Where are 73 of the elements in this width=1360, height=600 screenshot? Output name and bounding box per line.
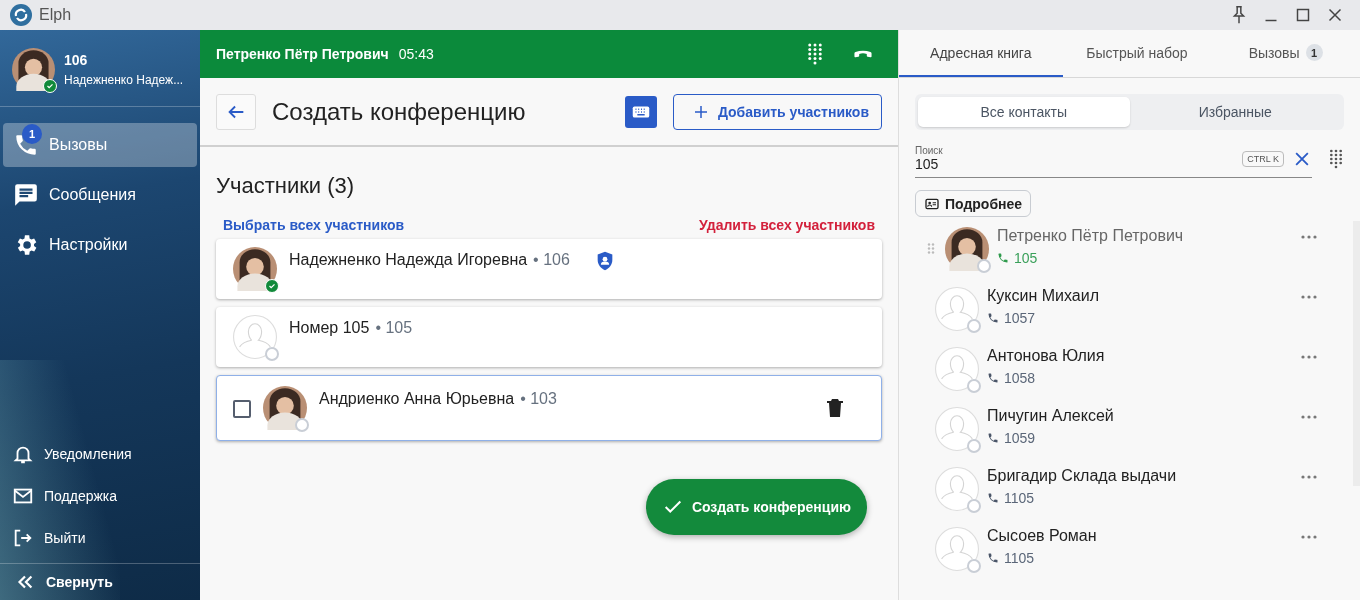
more-icon[interactable] xyxy=(1301,295,1317,299)
dialpad-icon[interactable] xyxy=(1328,148,1344,170)
window-title: Elph xyxy=(39,6,72,24)
contact-number: 1057 xyxy=(1004,310,1036,326)
contact-name: Бригадир Склада выдачи xyxy=(987,467,1178,485)
phone-icon xyxy=(997,252,1009,264)
contact-name: Пичугин Алексей xyxy=(987,407,1115,425)
contact-number: 105 xyxy=(1014,250,1038,266)
contact-name: Антонова Юлия xyxy=(987,347,1106,365)
nav-item[interactable]: Настройки xyxy=(3,223,197,267)
phone-icon xyxy=(987,312,999,324)
more-icon[interactable] xyxy=(1301,475,1317,479)
offline-status-icon xyxy=(967,379,981,393)
offline-status-icon xyxy=(967,319,981,333)
phone-icon xyxy=(987,492,999,504)
participant-name: Андриенко Анна Юрьевна xyxy=(319,390,515,408)
contact-name: Петренко Пётр Петрович xyxy=(997,227,1185,245)
call-timer: 05:43 xyxy=(398,46,434,62)
offline-status-icon xyxy=(967,559,981,573)
logout-icon xyxy=(12,527,34,549)
offline-status-icon xyxy=(977,259,991,273)
chat-icon xyxy=(13,182,39,208)
shortcut-hint: CTRL K xyxy=(1242,150,1284,167)
nav-item[interactable]: Сообщения xyxy=(3,173,197,217)
add-participants-button[interactable]: Добавить участников xyxy=(672,93,882,130)
segment-tab[interactable]: Избранные xyxy=(1129,97,1341,127)
contact-number: 1058 xyxy=(1004,370,1036,386)
app-logo-icon xyxy=(9,3,33,27)
user-name: Надежненко Надеж... xyxy=(64,72,184,87)
user-number: 106 xyxy=(64,51,89,68)
details-button[interactable]: Подробнее xyxy=(915,190,1032,217)
count-badge: 1 xyxy=(1305,44,1323,61)
phone-icon xyxy=(13,132,39,158)
participant-number: • 106 xyxy=(533,251,570,269)
back-button[interactable] xyxy=(216,93,256,130)
nav-item[interactable]: 1 Вызовы xyxy=(3,123,197,167)
contact-name: Сысоев Роман xyxy=(987,527,1098,545)
participant-name: Надежненко Надежда Игоревна xyxy=(289,251,528,269)
tab[interactable]: Адресная книга xyxy=(899,30,1063,77)
create-conference-button[interactable]: Создать конференцию xyxy=(645,479,867,535)
more-icon[interactable] xyxy=(1301,355,1317,359)
participant-name: Номер 105 xyxy=(289,319,370,337)
page-title: Создать конференцию xyxy=(272,97,527,126)
tab[interactable]: Быстрый набор xyxy=(1062,30,1212,77)
nav-item[interactable]: Поддержка xyxy=(9,475,197,517)
dialpad-icon[interactable] xyxy=(806,42,824,66)
offline-status-icon xyxy=(967,439,981,453)
phone-icon xyxy=(987,372,999,384)
phone-icon xyxy=(987,432,999,444)
contact-number: 1105 xyxy=(1004,490,1035,506)
caller-name: Петренко Пётр Петрович xyxy=(216,46,389,62)
contact-number: 1105 xyxy=(1004,550,1035,566)
nav-item[interactable]: Уведомления xyxy=(9,433,197,475)
contact-name: Куксин Михаил xyxy=(987,287,1100,305)
keyboard-button[interactable] xyxy=(624,95,657,128)
field-label: Поиск xyxy=(915,145,944,156)
segment-tab[interactable]: Все контакты xyxy=(918,97,1130,127)
tab[interactable]: Вызовы 1 xyxy=(1211,30,1360,77)
checkbox[interactable] xyxy=(233,400,251,418)
section-title: Участники (3) xyxy=(216,173,356,199)
search-input[interactable]: 105 xyxy=(915,156,1235,172)
select-all-link[interactable]: Выбрать всех участников xyxy=(223,217,405,233)
participant-number: • 105 xyxy=(375,319,413,337)
nav-item[interactable]: Выйти xyxy=(9,517,197,559)
contact-number: 1059 xyxy=(1004,430,1036,446)
more-icon[interactable] xyxy=(1301,235,1317,239)
more-icon[interactable] xyxy=(1301,415,1317,419)
more-icon[interactable] xyxy=(1301,535,1317,539)
remove-all-link[interactable]: Удалить всех участников xyxy=(698,217,875,233)
count-badge: 1 xyxy=(22,124,42,144)
phone-icon xyxy=(987,552,999,564)
participant-number: • 103 xyxy=(520,390,557,408)
offline-status-icon xyxy=(967,499,981,513)
